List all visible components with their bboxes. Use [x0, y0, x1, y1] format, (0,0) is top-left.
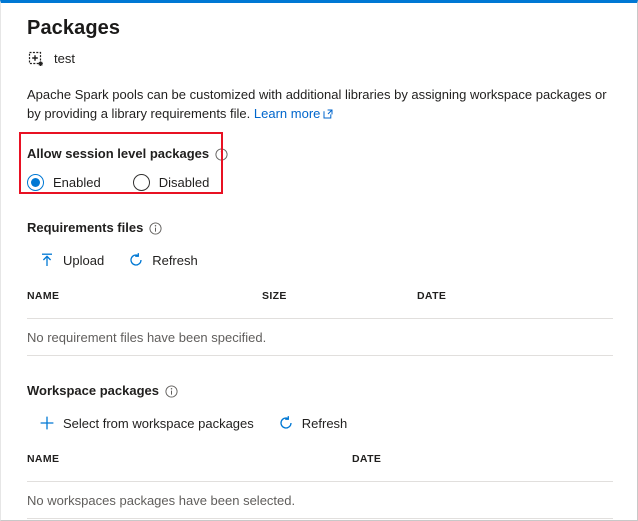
info-icon[interactable]	[215, 148, 228, 161]
workspace-packages-label-text: Workspace packages	[27, 382, 159, 400]
upload-label: Upload	[63, 253, 104, 268]
refresh-label: Refresh	[302, 416, 348, 431]
radio-indicator-enabled[interactable]	[27, 174, 44, 191]
resource-name: test	[54, 50, 75, 68]
radio-option-enabled[interactable]: Enabled	[27, 174, 101, 191]
workspace-packages-empty-message: No workspaces packages have been selecte…	[27, 482, 613, 519]
workspace-packages-table: NAME DATE No workspaces packages have be…	[27, 453, 613, 519]
session-packages-section: Allow session level packages Enabled	[27, 145, 613, 191]
workspace-packages-commandbar: Select from workspace packages Refresh	[39, 409, 613, 437]
refresh-icon	[128, 252, 144, 268]
refresh-requirements-button[interactable]: Refresh	[128, 246, 200, 274]
description-text: Apache Spark pools can be customized wit…	[27, 85, 609, 124]
resource-row: test	[27, 49, 613, 69]
select-from-workspace-packages-label: Select from workspace packages	[63, 416, 254, 431]
panel-content: Packages test Apache Spark pools can be …	[27, 6, 613, 519]
session-packages-radio-group: Enabled Disabled	[27, 174, 613, 191]
requirements-files-label-text: Requirements files	[27, 219, 143, 237]
refresh-icon	[278, 415, 294, 431]
radio-label-disabled: Disabled	[159, 175, 210, 190]
upload-icon	[39, 252, 55, 268]
column-header-size[interactable]: SIZE	[262, 290, 417, 302]
column-header-date[interactable]: DATE	[352, 453, 552, 465]
spark-pool-icon	[27, 50, 45, 68]
workspace-packages-section: Workspace packages Selec	[27, 382, 613, 519]
requirements-files-section: Requirements files	[27, 219, 613, 356]
requirements-files-commandbar: Upload Refresh	[39, 246, 613, 274]
refresh-label: Refresh	[152, 253, 198, 268]
external-link-icon	[323, 105, 333, 124]
info-icon[interactable]	[165, 385, 178, 398]
column-header-date[interactable]: DATE	[417, 290, 597, 302]
learn-more-link[interactable]: Learn more	[254, 106, 320, 121]
packages-panel: Packages test Apache Spark pools can be …	[0, 0, 638, 521]
radio-indicator-disabled[interactable]	[133, 174, 150, 191]
column-header-name[interactable]: NAME	[27, 290, 262, 302]
radio-option-disabled[interactable]: Disabled	[133, 174, 210, 191]
info-icon[interactable]	[149, 222, 162, 235]
session-packages-label: Allow session level packages	[27, 145, 613, 163]
requirements-files-label: Requirements files	[27, 219, 613, 237]
page-title: Packages	[27, 15, 613, 41]
upload-button[interactable]: Upload	[39, 246, 106, 274]
requirements-files-empty-message: No requirement files have been specified…	[27, 319, 613, 356]
refresh-workspace-packages-button[interactable]: Refresh	[278, 409, 350, 437]
column-header-name[interactable]: NAME	[27, 453, 352, 465]
table-header-row: NAME SIZE DATE	[27, 290, 613, 319]
workspace-packages-label: Workspace packages	[27, 382, 613, 400]
plus-icon	[39, 415, 55, 431]
radio-label-enabled: Enabled	[53, 175, 101, 190]
session-packages-label-text: Allow session level packages	[27, 145, 209, 163]
learn-more-label: Learn more	[254, 106, 320, 121]
select-from-workspace-packages-button[interactable]: Select from workspace packages	[39, 409, 256, 437]
table-header-row: NAME DATE	[27, 453, 613, 482]
requirements-files-table: NAME SIZE DATE No requirement files have…	[27, 290, 613, 356]
